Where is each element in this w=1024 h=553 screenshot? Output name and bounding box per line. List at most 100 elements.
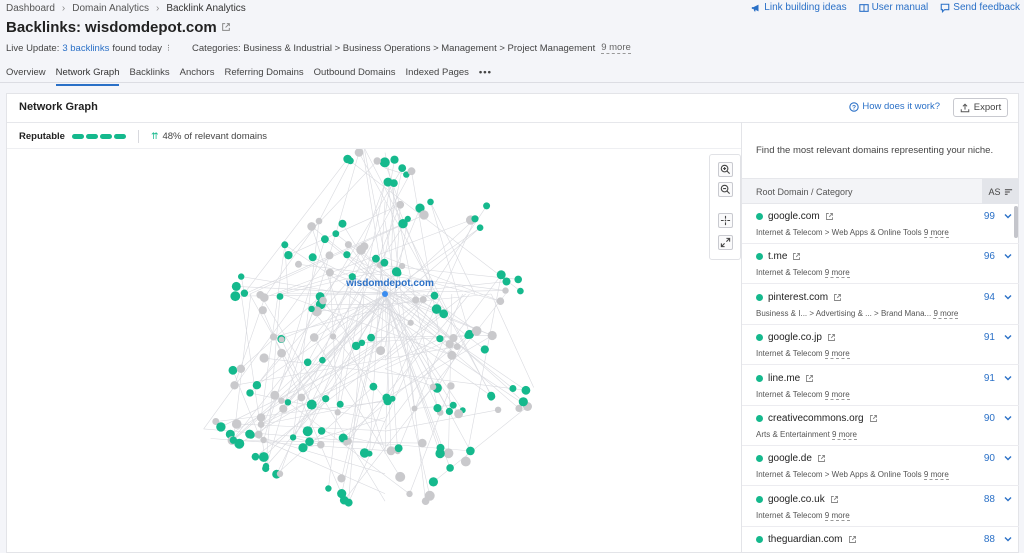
domain-node[interactable] <box>308 305 315 313</box>
domain-node[interactable] <box>379 157 390 168</box>
row-domain-name[interactable]: google.co.uk <box>768 494 825 505</box>
network-graph-canvas[interactable]: wisdomdepot.com <box>7 149 741 553</box>
domain-node[interactable] <box>488 394 495 401</box>
domain-node[interactable] <box>347 157 354 165</box>
table-row[interactable]: pinterest.com Business & I... > Advertis… <box>742 285 1019 325</box>
domain-node[interactable] <box>325 251 334 260</box>
domain-node[interactable] <box>471 215 479 223</box>
domain-node[interactable] <box>262 462 270 470</box>
table-row[interactable]: google.co.uk Internet & Telecom 9 more 8… <box>742 487 1019 527</box>
domain-node[interactable] <box>366 450 373 457</box>
scrollbar[interactable] <box>1014 206 1018 238</box>
domain-node[interactable] <box>367 333 375 342</box>
domain-node[interactable] <box>334 409 341 416</box>
domain-node[interactable] <box>443 448 454 459</box>
table-row[interactable]: google.com Internet & Telecom > Web Apps… <box>742 204 1019 244</box>
domain-node[interactable] <box>230 291 241 302</box>
domain-node[interactable] <box>518 397 528 407</box>
table-row[interactable]: line.me Internet & Telecom 9 more 91 <box>742 366 1019 406</box>
external-link-icon[interactable] <box>827 333 836 342</box>
domain-node[interactable] <box>317 440 325 449</box>
table-row[interactable]: google.de Internet & Telecom > Web Apps … <box>742 446 1019 487</box>
domain-node[interactable] <box>269 333 278 341</box>
tab-overview[interactable]: Overview <box>6 67 46 83</box>
user-manual-link[interactable]: User manual <box>858 2 928 13</box>
row-domain-name[interactable]: theguardian.com <box>768 534 843 545</box>
domain-node[interactable] <box>259 353 269 363</box>
domain-node[interactable] <box>428 477 438 487</box>
row-domain-name[interactable]: google.de <box>768 453 812 464</box>
row-more-link[interactable]: 9 more <box>824 349 850 360</box>
domain-node[interactable] <box>449 334 458 342</box>
domain-node[interactable] <box>386 446 396 456</box>
domain-node[interactable] <box>308 253 317 262</box>
domain-node[interactable] <box>396 200 405 209</box>
row-more-link[interactable]: 9 more <box>824 510 850 521</box>
center-graph-button[interactable] <box>718 213 733 228</box>
external-link-icon[interactable] <box>792 252 801 261</box>
domain-node[interactable] <box>399 262 406 270</box>
chevron-down-icon[interactable] <box>1003 494 1013 504</box>
domain-node[interactable] <box>325 485 332 492</box>
chevron-down-icon[interactable] <box>1003 373 1013 383</box>
domain-node[interactable] <box>260 436 267 444</box>
external-link-icon[interactable] <box>825 212 834 221</box>
domain-node[interactable] <box>496 270 506 280</box>
domain-node[interactable] <box>336 400 344 408</box>
categories-more-link[interactable]: 9 more <box>601 42 631 54</box>
breadcrumb-dashboard[interactable]: Dashboard <box>6 3 55 14</box>
domain-node[interactable] <box>251 452 260 461</box>
domain-node[interactable] <box>419 296 427 303</box>
domain-node[interactable] <box>351 341 361 351</box>
row-domain-name[interactable]: pinterest.com <box>768 292 828 303</box>
domain-node[interactable] <box>229 436 238 444</box>
domain-node[interactable] <box>447 350 457 360</box>
domain-node[interactable] <box>246 389 254 397</box>
domain-node[interactable] <box>376 346 386 356</box>
fullscreen-button[interactable] <box>718 235 733 250</box>
row-domain-name[interactable]: line.me <box>768 373 800 384</box>
chevron-down-icon[interactable] <box>1003 534 1013 544</box>
domain-node[interactable] <box>319 296 327 305</box>
domain-node[interactable] <box>439 309 449 319</box>
send-feedback-link[interactable]: Send feedback <box>940 2 1020 13</box>
domain-node[interactable] <box>502 287 509 294</box>
domain-node[interactable] <box>257 421 265 428</box>
domain-node[interactable] <box>419 210 429 220</box>
domain-node[interactable] <box>433 404 442 413</box>
domain-node[interactable] <box>343 251 351 259</box>
chevron-down-icon[interactable] <box>1003 211 1013 221</box>
live-backlinks-link[interactable]: 3 backlinks <box>62 43 109 54</box>
row-more-link[interactable]: 9 more <box>933 308 959 319</box>
tab-backlinks[interactable]: Backlinks <box>129 67 169 83</box>
domain-node[interactable] <box>278 397 285 404</box>
domain-node[interactable] <box>228 365 238 375</box>
domain-node[interactable] <box>236 364 246 373</box>
domain-node[interactable] <box>270 390 280 400</box>
more-tabs-icon[interactable]: ••• <box>479 67 492 83</box>
domain-node[interactable] <box>330 333 337 340</box>
export-button[interactable]: Export <box>953 98 1008 117</box>
domain-node[interactable] <box>230 381 239 390</box>
row-more-link[interactable]: 9 more <box>824 389 850 400</box>
domain-node[interactable] <box>354 149 364 157</box>
domain-node[interactable] <box>446 464 454 472</box>
tab-indexed-pages[interactable]: Indexed Pages <box>406 67 469 83</box>
domain-node[interactable] <box>373 157 381 165</box>
domain-node[interactable] <box>447 382 455 390</box>
table-row[interactable]: theguardian.com 88 <box>742 527 1019 553</box>
chevron-down-icon[interactable] <box>1003 453 1013 463</box>
row-more-link[interactable]: 9 more <box>832 430 857 440</box>
domain-node[interactable] <box>254 430 263 439</box>
domain-node[interactable] <box>337 474 346 483</box>
domain-node[interactable] <box>252 381 262 390</box>
external-link-icon[interactable] <box>833 293 842 302</box>
domain-node[interactable] <box>427 198 434 206</box>
row-domain-name[interactable]: t.me <box>768 251 787 262</box>
domain-node[interactable] <box>306 399 317 410</box>
domain-node[interactable] <box>480 345 489 354</box>
domain-node[interactable] <box>383 177 393 187</box>
external-link-icon[interactable] <box>805 374 814 383</box>
domain-node[interactable] <box>395 471 406 482</box>
domain-node[interactable] <box>343 439 350 446</box>
